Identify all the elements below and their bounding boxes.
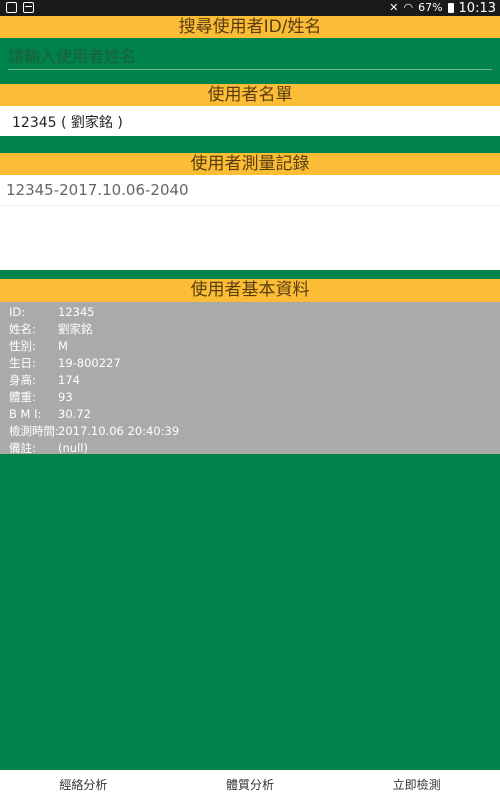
info-value: 劉家銘	[58, 322, 93, 336]
constitution-analysis-button[interactable]: 體質分析	[167, 770, 334, 800]
info-label: 體重:	[9, 390, 36, 404]
meridian-analysis-button[interactable]: 經絡分析	[0, 770, 167, 800]
info-row-birthday: 生日: 19-800227	[0, 355, 500, 372]
search-area	[0, 38, 500, 82]
info-value: 30.72	[58, 407, 91, 421]
info-row-weight: 體重: 93	[0, 389, 500, 406]
record-list: 12345-2017.10.06-2040	[0, 175, 500, 270]
info-value: 2017.10.06 20:40:39	[58, 424, 180, 438]
info-label: 生日:	[9, 356, 36, 370]
info-row-test-time: 檢測時間: 2017.10.06 20:40:39	[0, 423, 500, 440]
info-label: 備註:	[9, 441, 36, 455]
records-header: 使用者測量記錄	[0, 153, 500, 175]
info-row-height: 身高: 174	[0, 372, 500, 389]
info-value: (null)	[58, 441, 88, 455]
info-label: 性別:	[9, 339, 36, 353]
info-row-gender: 性別: M	[0, 338, 500, 355]
mute-icon: ✕	[389, 1, 399, 14]
info-row-name: 姓名: 劉家銘	[0, 321, 500, 338]
info-value: 19-800227	[58, 356, 121, 370]
clock: 10:13	[458, 0, 496, 16]
search-input[interactable]	[8, 44, 492, 70]
measure-now-button[interactable]: 立即檢測	[333, 770, 500, 800]
status-bar: ✕ ◠ 67% 10:13	[0, 0, 500, 16]
user-list: 12345 ( 劉家銘 )	[0, 106, 500, 136]
search-header: 搜尋使用者ID/姓名	[0, 16, 500, 38]
info-label: ID:	[9, 305, 26, 319]
info-label: B M I:	[9, 407, 42, 421]
info-value: M	[58, 339, 68, 353]
bottom-nav: 經絡分析 體質分析 立即檢測	[0, 770, 500, 800]
wifi-icon: ◠	[403, 1, 414, 14]
battery-percent: 67%	[418, 1, 443, 14]
user-list-item[interactable]: 12345 ( 劉家銘 )	[12, 112, 123, 132]
basic-info-header: 使用者基本資料	[0, 279, 500, 302]
info-label: 身高:	[9, 373, 36, 387]
info-value: 174	[58, 373, 80, 387]
notification-icon	[6, 2, 17, 13]
info-row-note: 備註: (null)	[0, 440, 500, 457]
info-label: 檢測時間:	[9, 424, 59, 438]
info-value: 12345	[58, 305, 95, 319]
battery-icon	[447, 3, 454, 13]
photo-icon	[23, 2, 34, 13]
record-list-item[interactable]: 12345-2017.10.06-2040	[0, 175, 500, 206]
user-list-header: 使用者名單	[0, 84, 500, 106]
info-row-bmi: B M I: 30.72	[0, 406, 500, 423]
basic-info-panel: ID: 12345 姓名: 劉家銘 性別: M 生日: 19-800227 身高: 174…	[0, 302, 500, 457]
info-row-id: ID: 12345	[0, 304, 500, 321]
info-label: 姓名:	[9, 322, 36, 336]
info-value: 93	[58, 390, 73, 404]
